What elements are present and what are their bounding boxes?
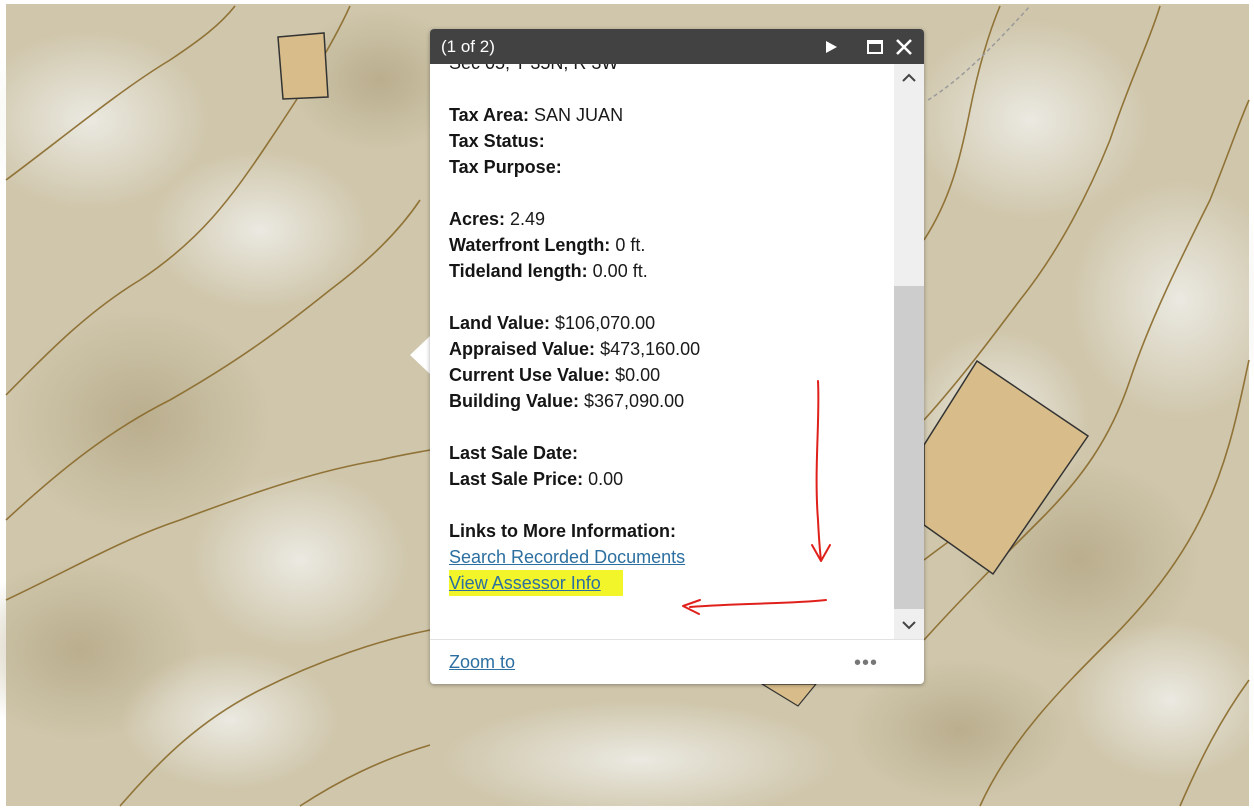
field-value: $367,090.00	[579, 391, 685, 411]
field-label: Building Value:	[449, 391, 580, 411]
location-line: Sec 05, T 35N, R 3W	[449, 64, 889, 76]
popup-footer: Zoom to •••	[430, 639, 924, 685]
field-waterfront-length: Waterfront Length: 0 ft.	[449, 232, 889, 258]
field-value: 0.00 ft.	[587, 261, 648, 281]
maximize-icon	[867, 40, 883, 54]
zoom-to-link[interactable]: Zoom to	[449, 651, 515, 673]
feature-popup: (1 of 2) Sec 05, T 35N, R 3W Tax Area: S…	[430, 29, 924, 684]
field-label: Acres:	[449, 209, 506, 229]
popup-pointer	[410, 336, 430, 374]
popup-content: Sec 05, T 35N, R 3W Tax Area: SAN JUAN T…	[449, 64, 889, 596]
field-last-sale-price: Last Sale Price: 0.00	[449, 466, 889, 492]
field-last-sale-date: Last Sale Date:	[449, 440, 889, 466]
field-label: Last Sale Date:	[449, 443, 579, 463]
scroll-thumb[interactable]	[894, 286, 924, 609]
field-tax-area: Tax Area: SAN JUAN	[449, 102, 889, 128]
field-appraised-value: Appraised Value: $473,160.00	[449, 336, 889, 362]
field-value: 2.49	[505, 209, 546, 229]
highlight-marker: View Assessor Info	[449, 570, 623, 596]
play-right-icon	[826, 41, 837, 53]
field-label: Tax Area:	[449, 105, 530, 125]
search-recorded-documents-link[interactable]: Search Recorded Documents	[449, 547, 685, 567]
view-assessor-info-link[interactable]: View Assessor Info	[449, 573, 601, 593]
field-label: Appraised Value:	[449, 339, 596, 359]
field-value: SAN JUAN	[529, 105, 624, 125]
maximize-button[interactable]	[864, 36, 886, 58]
field-label: Tideland length:	[449, 261, 588, 281]
field-acres: Acres: 2.49	[449, 206, 889, 232]
chevron-down-icon	[902, 621, 916, 630]
field-building-value: Building Value: $367,090.00	[449, 388, 889, 414]
close-button[interactable]	[893, 36, 915, 58]
field-land-value: Land Value: $106,070.00	[449, 310, 889, 336]
links-heading: Links to More Information:	[449, 518, 889, 544]
field-value: $473,160.00	[595, 339, 701, 359]
next-feature-button[interactable]	[820, 36, 842, 58]
scroll-down-button[interactable]	[894, 613, 924, 637]
field-value: $0.00	[610, 365, 661, 385]
field-current-use-value: Current Use Value: $0.00	[449, 362, 889, 388]
scroll-up-button[interactable]	[894, 66, 924, 90]
field-label: Current Use Value:	[449, 365, 611, 385]
field-label: Land Value:	[449, 313, 551, 333]
field-tax-purpose: Tax Purpose:	[449, 154, 889, 180]
field-tideland-length: Tideland length: 0.00 ft.	[449, 258, 889, 284]
popup-header: (1 of 2)	[430, 29, 924, 64]
field-label: Last Sale Price:	[449, 469, 584, 489]
field-value: $106,070.00	[550, 313, 656, 333]
field-label: Waterfront Length:	[449, 235, 611, 255]
more-horizontal-icon[interactable]: •••	[854, 653, 894, 673]
field-value: 0.00	[583, 469, 624, 489]
popup-scrollbar[interactable]	[894, 64, 924, 639]
close-icon	[896, 39, 912, 55]
chevron-up-icon	[902, 73, 916, 82]
field-value: 0 ft.	[610, 235, 646, 255]
popup-content-scroll[interactable]: Sec 05, T 35N, R 3W Tax Area: SAN JUAN T…	[430, 64, 924, 639]
field-tax-status: Tax Status:	[449, 128, 889, 154]
links-heading-label: Links to More Information:	[449, 521, 676, 541]
parcel-small[interactable]	[277, 32, 329, 100]
popup-title: (1 of 2)	[441, 37, 495, 56]
field-label: Tax Purpose:	[449, 157, 562, 177]
field-label: Tax Status:	[449, 131, 545, 151]
